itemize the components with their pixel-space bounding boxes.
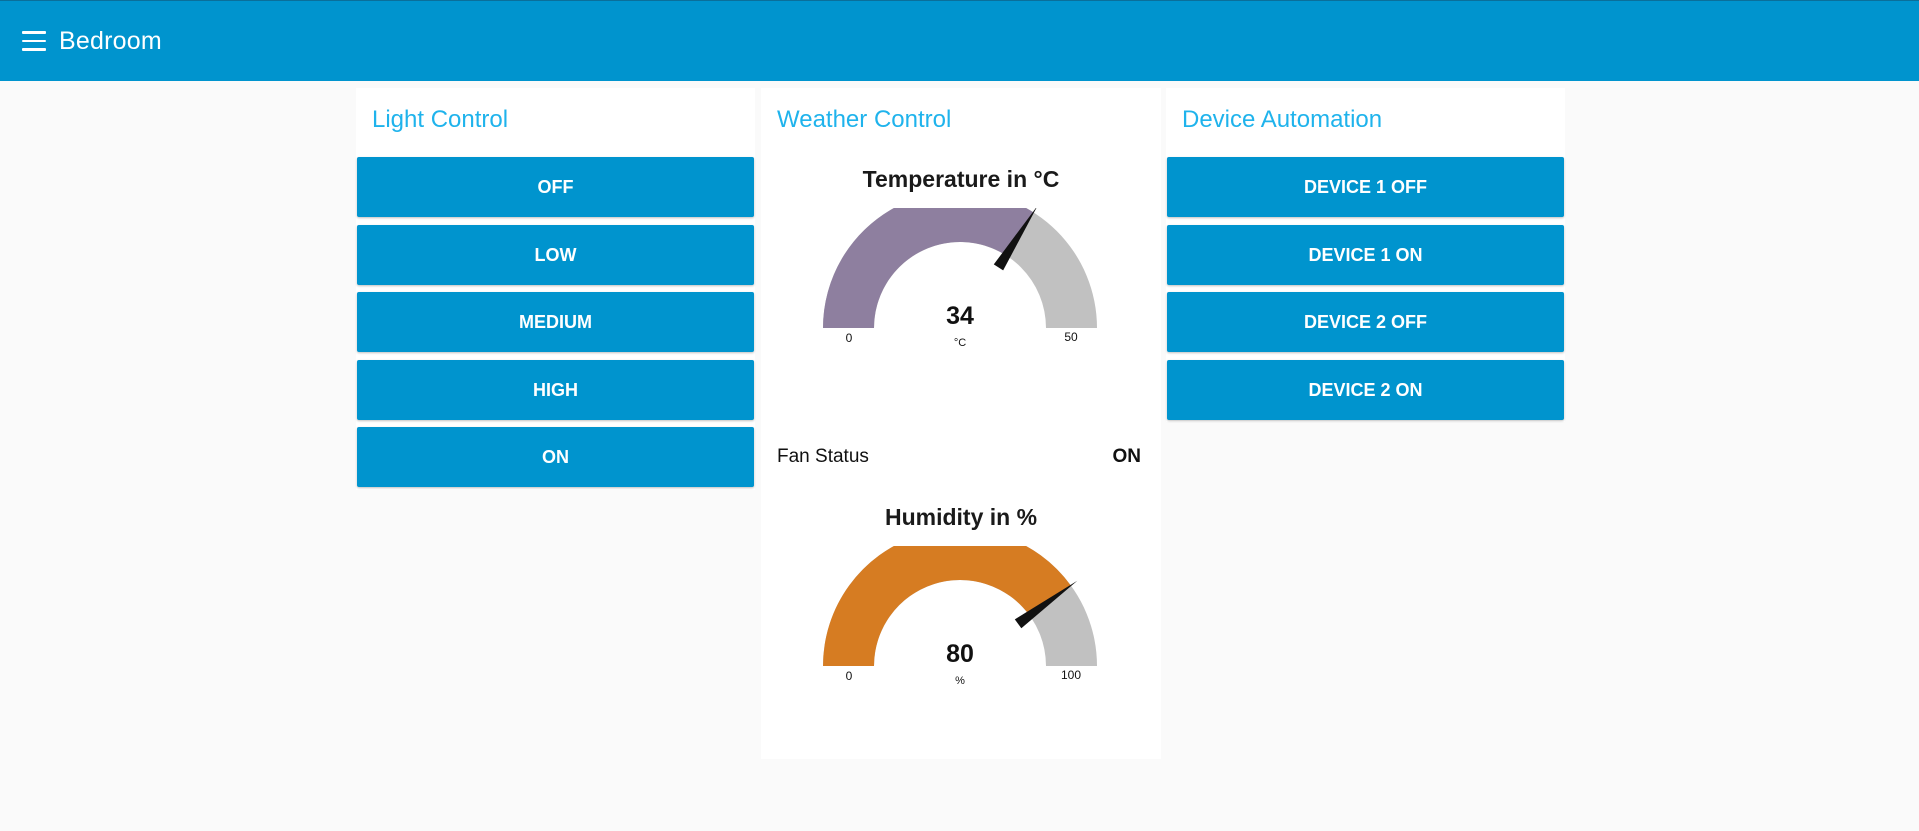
weather-control-card: Weather Control Temperature in °C 34 °C … [761,88,1161,759]
temperature-unit: °C [954,337,966,349]
light-control-title: Light Control [372,106,509,133]
device-automation-card: Device Automation DEVICE 1 OFF DEVICE 1 … [1166,88,1565,422]
temperature-value: 34 [946,302,974,330]
light-low-button[interactable]: LOW [357,225,754,285]
humidity-gauge: 80 % 0 100 [823,546,1097,687]
humidity-gauge-title: Humidity in % [884,504,1038,530]
weather-control-title: Weather Control [777,106,952,133]
temperature-gauge-title: Temperature in °C [862,166,1060,192]
light-off-button[interactable]: OFF [357,157,754,217]
humidity-value: 80 [946,640,974,668]
fan-status-label: Fan Status [777,446,869,467]
humidity-unit: % [955,675,965,687]
light-on-button[interactable]: ON [357,427,754,487]
humidity-max-label: 100 [1061,668,1081,682]
temperature-max-label: 50 [1064,330,1078,344]
page-title: Bedroom [59,26,162,55]
fan-status-row: Fan Status ON [777,446,1141,468]
device-2-off-button[interactable]: DEVICE 2 OFF [1167,292,1564,352]
hamburger-menu-icon[interactable] [22,31,46,51]
device-2-on-button[interactable]: DEVICE 2 ON [1167,360,1564,420]
temperature-min-label: 0 [846,331,853,345]
fan-status-value: ON [1112,446,1142,467]
device-1-on-button[interactable]: DEVICE 1 ON [1167,225,1564,285]
light-control-card: Light Control OFF LOW MEDIUM HIGH ON [356,88,755,490]
device-automation-title: Device Automation [1182,106,1383,133]
light-medium-button[interactable]: MEDIUM [357,292,754,352]
top-bar: Bedroom [0,0,1919,81]
humidity-min-label: 0 [846,669,853,683]
temperature-gauge: 34 °C 0 50 [823,208,1097,349]
light-high-button[interactable]: HIGH [357,360,754,420]
device-1-off-button[interactable]: DEVICE 1 OFF [1167,157,1564,217]
